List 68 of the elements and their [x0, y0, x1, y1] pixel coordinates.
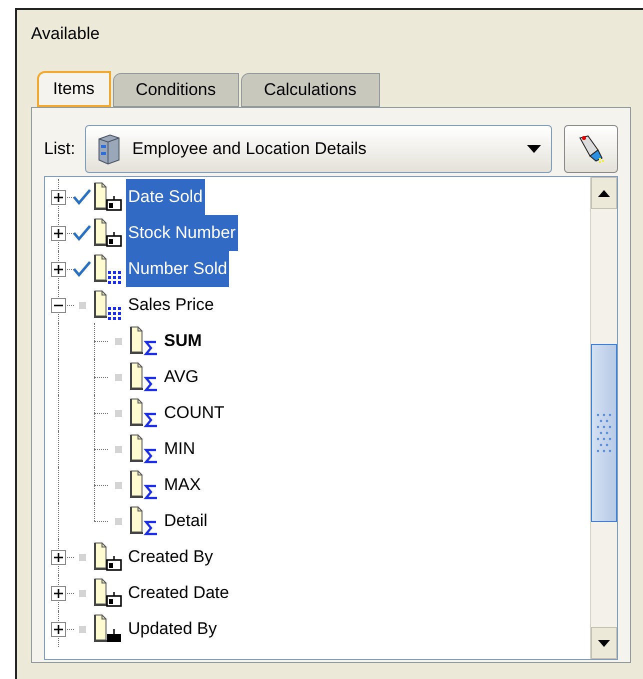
- text-document-icon: [93, 614, 123, 644]
- unchecked-marker[interactable]: [114, 518, 122, 524]
- expand-toggle[interactable]: [51, 586, 66, 601]
- check-icon[interactable]: [72, 224, 92, 242]
- expand-toggle[interactable]: [51, 622, 66, 637]
- unchecked-marker[interactable]: [114, 446, 122, 452]
- collapse-toggle[interactable]: [51, 298, 66, 313]
- tree-item[interactable]: Number Sold: [126, 251, 230, 287]
- tab[interactable]: Conditions: [112, 73, 239, 107]
- tree-item[interactable]: Created By: [126, 539, 216, 575]
- unchecked-marker[interactable]: [78, 626, 86, 632]
- scroll-thumb[interactable]: [591, 344, 617, 522]
- tree-item[interactable]: Sales Price: [126, 287, 216, 323]
- expand-toggle[interactable]: [51, 262, 66, 277]
- tab[interactable]: Calculations: [240, 73, 380, 107]
- scrollbar[interactable]: [590, 177, 617, 659]
- plus-icon: [54, 589, 63, 598]
- sigma-document-icon: [129, 434, 159, 464]
- tree-item[interactable]: Date Sold: [126, 179, 205, 215]
- unchecked-marker[interactable]: [78, 554, 86, 560]
- sigma-document-icon: [129, 362, 159, 392]
- up-arrow-icon: [598, 190, 610, 196]
- sigma-document-icon: [129, 326, 159, 356]
- scroll-down-button[interactable]: [591, 627, 617, 659]
- sigma-document-icon: [129, 506, 159, 536]
- table-document-icon: [93, 578, 123, 608]
- plus-icon: [54, 265, 63, 274]
- plus-icon: [54, 193, 63, 202]
- section-label: Available: [31, 24, 100, 44]
- check-icon[interactable]: [72, 188, 92, 206]
- unchecked-marker[interactable]: [78, 590, 86, 596]
- check-icon[interactable]: [72, 260, 92, 278]
- list-dropdown[interactable]: Employee and Location Details: [85, 125, 552, 173]
- table-document-icon: [93, 542, 123, 572]
- tree-item[interactable]: SUM: [162, 323, 204, 359]
- plus-icon: [54, 229, 63, 238]
- unchecked-marker[interactable]: [78, 302, 86, 308]
- sigma-document-icon: [129, 398, 159, 428]
- list-label: List:: [44, 138, 76, 160]
- unchecked-marker[interactable]: [114, 338, 122, 344]
- tree-item[interactable]: Stock Number: [126, 215, 238, 251]
- flashlight-button[interactable]: [564, 125, 618, 173]
- tree-item[interactable]: AVG: [162, 359, 201, 395]
- plus-icon: [54, 553, 63, 562]
- tab[interactable]: Items: [37, 71, 111, 107]
- unchecked-marker[interactable]: [114, 410, 122, 416]
- table-document-icon: [93, 182, 123, 212]
- tree-item[interactable]: MIN: [162, 431, 198, 467]
- unchecked-marker[interactable]: [114, 482, 122, 488]
- grid-document-icon: [93, 290, 123, 320]
- tree-item[interactable]: MAX: [162, 467, 203, 503]
- grid-document-icon: [93, 254, 123, 284]
- grip-icon: [595, 412, 613, 454]
- tree-item[interactable]: Detail: [162, 503, 210, 539]
- plus-icon: [54, 625, 63, 634]
- expand-toggle[interactable]: [51, 226, 66, 241]
- expand-toggle[interactable]: [51, 550, 66, 565]
- dropdown-arrow-icon: [527, 145, 542, 153]
- table-document-icon: [93, 218, 123, 248]
- scroll-up-button[interactable]: [591, 177, 617, 209]
- database-icon: [96, 133, 122, 165]
- tree-item[interactable]: COUNT: [162, 395, 226, 431]
- tree-item[interactable]: Updated By: [126, 611, 219, 647]
- down-arrow-icon: [598, 640, 610, 646]
- sigma-document-icon: [129, 470, 159, 500]
- expand-toggle[interactable]: [51, 190, 66, 205]
- unchecked-marker[interactable]: [114, 374, 122, 380]
- tree-item[interactable]: Created Date: [126, 575, 232, 611]
